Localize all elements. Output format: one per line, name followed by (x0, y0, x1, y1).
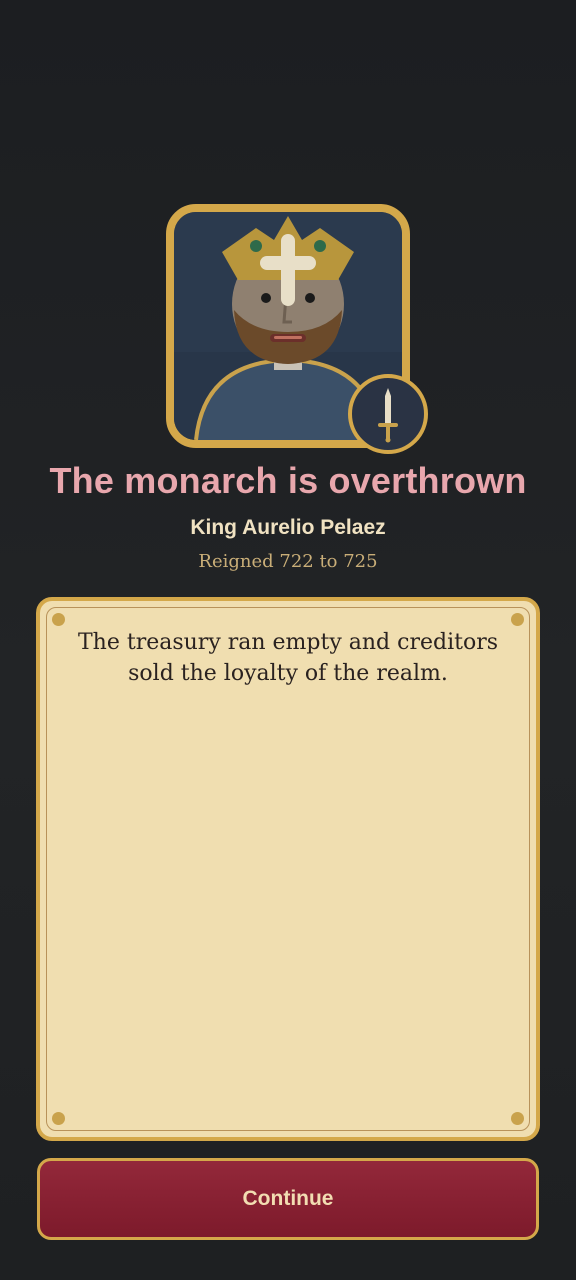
rivet-icon (511, 1112, 524, 1125)
sword-badge (348, 374, 428, 454)
continue-button[interactable]: Continue (37, 1158, 539, 1240)
sword-icon (378, 388, 398, 443)
rivet-icon (511, 613, 524, 626)
king-name: King Aurelio Pelaez (190, 516, 386, 539)
story-text: The treasury ran empty and creditors sol… (78, 630, 498, 686)
continue-label: Continue (242, 1187, 334, 1210)
reign-period: Reigned 722 to 725 (198, 551, 378, 572)
monarch-portrait (166, 204, 428, 454)
rivet-icon (52, 613, 65, 626)
story-parchment: The treasury ran empty and creditors sol… (36, 597, 540, 1141)
rivet-icon (52, 1112, 65, 1125)
game-over-screen: The monarch is overthrown King Aurelio P… (0, 0, 576, 1280)
page-title: The monarch is overthrown (49, 460, 527, 501)
